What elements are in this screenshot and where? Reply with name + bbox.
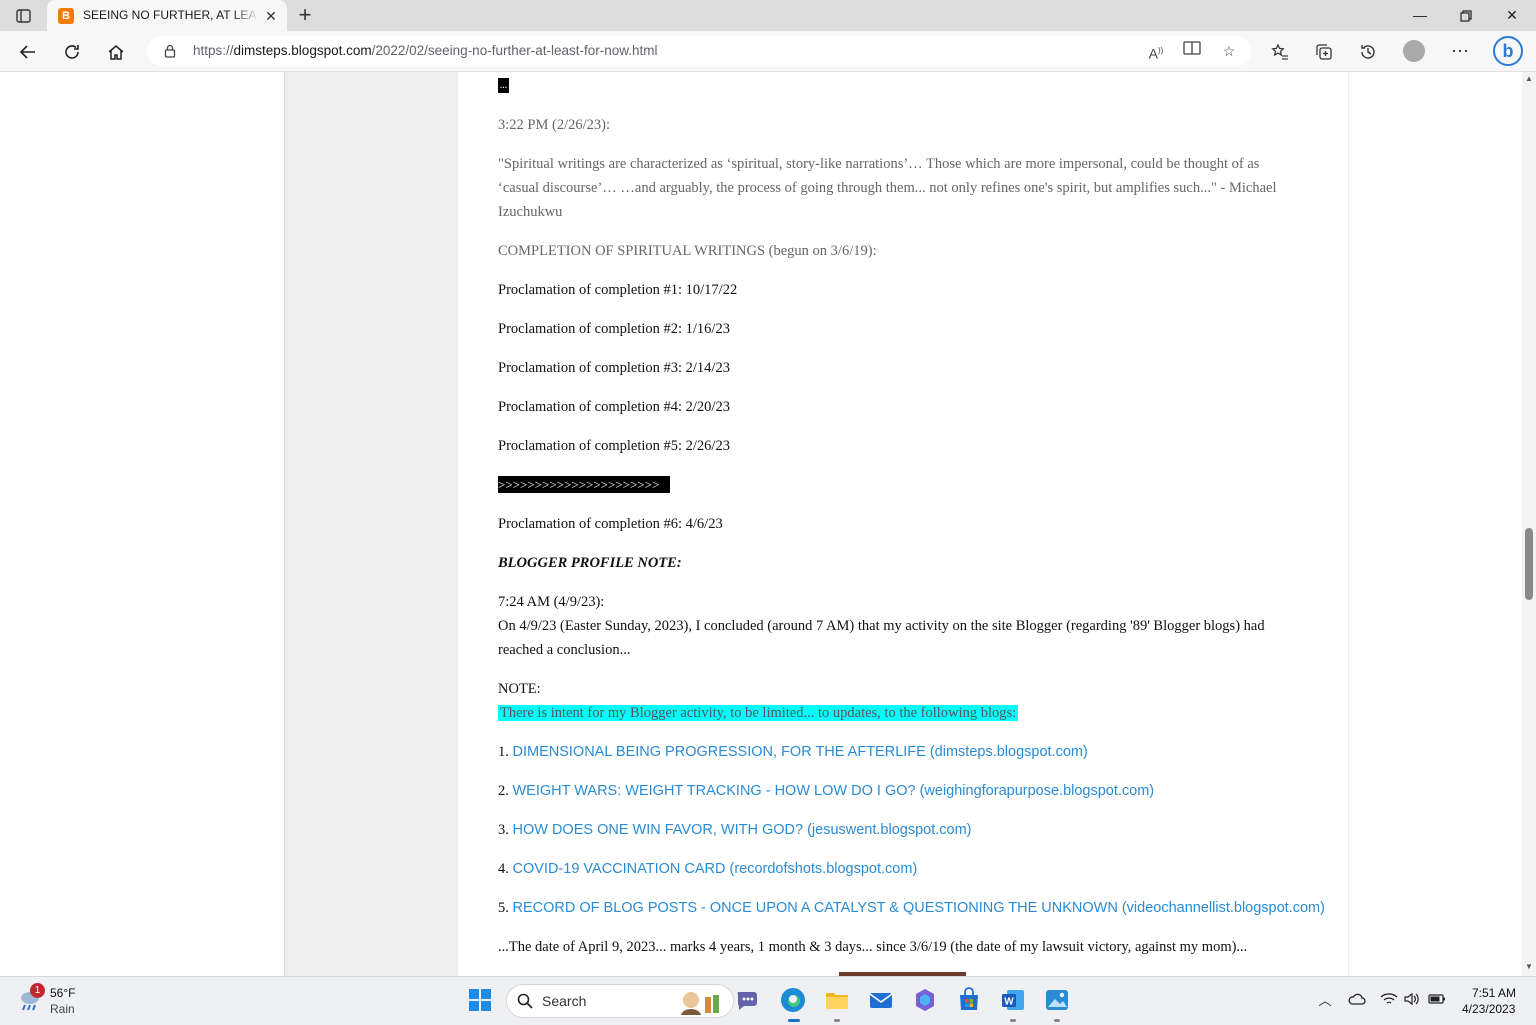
link-number: 2. (498, 783, 509, 799)
explorer-running-indicator (834, 1019, 840, 1022)
more-options-icon[interactable]: ⋯ (1446, 37, 1474, 65)
tab-actions-icon[interactable] (12, 6, 36, 26)
closing-line: ...The date of April 9, 2023... marks 4 … (498, 939, 1248, 955)
proclamation-5: Proclamation of completion #5: 2/26/23 (498, 438, 730, 454)
proclamation-3: Proclamation of completion #3: 2/14/23 (498, 360, 730, 376)
proclamation-2: Proclamation of completion #2: 1/16/23 (498, 321, 730, 337)
immersive-reader-icon[interactable] (1181, 40, 1203, 62)
profile-avatar[interactable] (1403, 40, 1425, 62)
blog-link-item: 5. RECORD OF BLOG POSTS - ONCE UPON A CA… (498, 900, 1325, 917)
copilot-app-icon[interactable] (911, 986, 939, 1014)
link-videochannellist[interactable]: RECORD OF BLOG POSTS - ONCE UPON A CATAL… (513, 900, 1325, 916)
home-button[interactable] (102, 37, 130, 65)
word-running-indicator (1010, 1019, 1016, 1022)
volume-icon[interactable] (1403, 992, 1421, 1010)
url-path: /2022/02/seeing-no-further-at-least-for-… (371, 43, 658, 58)
clock-time[interactable]: 7:51 AM (1472, 986, 1516, 1000)
blog-link-item: 1. DIMENSIONAL BEING PROGRESSION, FOR TH… (498, 744, 1088, 761)
weather-temp[interactable]: 56°F (50, 986, 75, 1000)
link-recordofshots[interactable]: COVID-19 VACCINATION CARD (recordofshots… (513, 861, 918, 877)
completion-heading: COMPLETION OF SPIRITUAL WRITINGS (begun … (498, 243, 877, 259)
clock-date[interactable]: 4/23/2023 (1462, 1002, 1515, 1016)
quote-line-3: Izuchukwu (498, 204, 563, 220)
quote-line-1: "Spiritual writings are characterized as… (498, 156, 1260, 172)
note-time: 7:24 AM (4/9/23): (498, 594, 605, 610)
link-weighingforapurpose[interactable]: WEIGHT WARS: WEIGHT TRACKING - HOW LOW D… (513, 783, 1155, 799)
link-jesuswent[interactable]: HOW DOES ONE WIN FAVOR, WITH GOD? (jesus… (513, 822, 972, 838)
file-explorer-icon[interactable] (823, 986, 851, 1014)
link-number: 5. (498, 900, 509, 916)
ellipsis-block: ... (498, 78, 509, 93)
tab-strip: B SEEING NO FURTHER, AT LEAST FOR NOW ✕ … (0, 0, 1536, 31)
microsoft-store-icon[interactable] (955, 986, 983, 1014)
url-scheme: https:// (193, 43, 234, 58)
proclamation-6: Proclamation of completion #6: 4/6/23 (498, 516, 723, 532)
browser-toolbar: https://dimsteps.blogspot.com/2022/02/se… (0, 31, 1536, 72)
proclamation-4: Proclamation of completion #4: 2/20/23 (498, 399, 730, 415)
new-tab-button[interactable]: + (293, 4, 317, 28)
photos-icon[interactable] (1043, 986, 1071, 1014)
favorites-icon[interactable] (1266, 37, 1294, 65)
back-button[interactable] (14, 37, 42, 65)
mail-icon[interactable] (867, 986, 895, 1014)
link-number: 1. (498, 744, 509, 760)
scroll-thumb[interactable] (1525, 528, 1533, 600)
link-dimsteps[interactable]: DIMENSIONAL BEING PROGRESSION, FOR THE A… (513, 744, 1088, 760)
arrows-divider: >>>>>>>>>>>>>>>>>>>>>> (498, 476, 670, 493)
refresh-button[interactable] (58, 37, 86, 65)
time-stamp: 3:22 PM (2/26/23): (498, 117, 610, 133)
read-aloud-icon[interactable]: A)) (1145, 40, 1167, 62)
start-button[interactable] (466, 986, 494, 1014)
page-scrollbar[interactable]: ▲ ▼ (1522, 72, 1536, 976)
url-text[interactable]: https://dimsteps.blogspot.com/2022/02/se… (193, 43, 658, 58)
history-icon[interactable] (1354, 37, 1382, 65)
link-number: 4. (498, 861, 509, 877)
tab-close-icon[interactable]: ✕ (261, 6, 281, 26)
bing-chat-icon[interactable]: b (1493, 36, 1523, 66)
lock-icon[interactable] (163, 44, 177, 58)
weather-condition[interactable]: Rain (50, 1002, 75, 1016)
close-window-button[interactable]: ✕ (1489, 0, 1535, 31)
battery-icon[interactable] (1428, 992, 1446, 1010)
collections-icon[interactable] (1310, 37, 1338, 65)
blog-link-item: 3. HOW DOES ONE WIN FAVOR, WITH GOD? (je… (498, 822, 971, 839)
wifi-icon[interactable] (1380, 992, 1398, 1010)
add-favorite-icon[interactable]: ☆ (1218, 40, 1240, 62)
blog-link-item: 2. WEIGHT WARS: WEIGHT TRACKING - HOW LO… (498, 783, 1154, 800)
edge-browser-icon[interactable] (779, 986, 807, 1014)
quote-line-2: ‘casual discourse’… …and arguably, the p… (498, 180, 1277, 196)
svg-text:W: W (1004, 997, 1014, 1008)
url-host: dimsteps.blogspot.com (233, 43, 372, 58)
blogger-favicon-icon: B (58, 8, 74, 24)
address-bar[interactable]: https://dimsteps.blogspot.com/2022/02/se… (147, 36, 1251, 66)
note-line-2: reached a conclusion... (498, 642, 631, 658)
photos-running-indicator (1054, 1019, 1060, 1022)
weather-badge: 1 (30, 983, 45, 998)
scroll-down-icon[interactable]: ▼ (1524, 962, 1534, 972)
edge-active-indicator (788, 1019, 800, 1022)
taskbar: 1 56°F Rain Search W ︿ 7:51 AM 4/23/2023 (0, 976, 1536, 1025)
link-number: 3. (498, 822, 509, 838)
show-hidden-icons-chevron-icon[interactable]: ︿ (1316, 992, 1334, 1010)
restore-button[interactable] (1443, 0, 1489, 31)
minimize-button[interactable]: — (1397, 0, 1443, 31)
search-label: Search (542, 993, 587, 1009)
onedrive-cloud-icon[interactable] (1348, 992, 1366, 1010)
tab-title: SEEING NO FURTHER, AT LEAST FOR NOW (83, 8, 259, 22)
note-line-1: On 4/9/23 (Easter Sunday, 2023), I concl… (498, 618, 1265, 634)
profile-note-heading: BLOGGER PROFILE NOTE: (498, 555, 682, 571)
blog-link-item: 4. COVID-19 VACCINATION CARD (recordofsh… (498, 861, 917, 878)
scroll-up-icon[interactable]: ▲ (1524, 74, 1534, 84)
active-tab[interactable]: B SEEING NO FURTHER, AT LEAST FOR NOW ✕ (47, 0, 287, 31)
highlighted-intent: There is intent for my Blogger activity,… (498, 705, 1019, 721)
page-viewport: ... 3:22 PM (2/26/23): "Spiritual writin… (0, 72, 1522, 976)
word-icon[interactable]: W (999, 986, 1027, 1014)
note-label: NOTE: (498, 681, 541, 697)
post-body: ... 3:22 PM (2/26/23): "Spiritual writin… (458, 72, 1348, 976)
search-highlight-art-icon (675, 989, 725, 1015)
proclamation-1: Proclamation of completion #1: 10/17/22 (498, 282, 738, 298)
search-icon (517, 993, 533, 1009)
teams-chat-icon[interactable] (734, 986, 762, 1014)
taskbar-search[interactable]: Search (506, 984, 734, 1018)
